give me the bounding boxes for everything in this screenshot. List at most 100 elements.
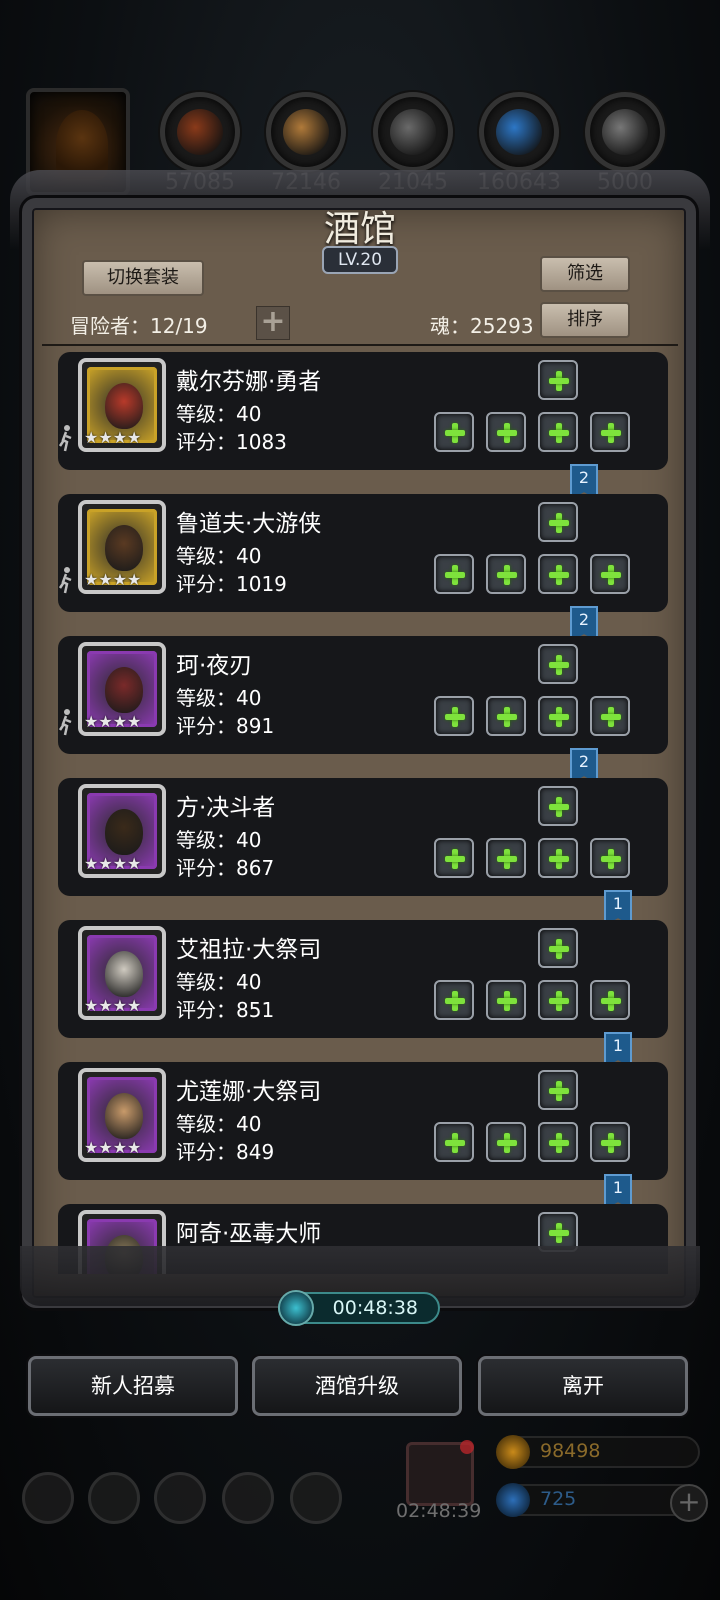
add-equipment-icon xyxy=(600,990,622,1012)
hero-score: 评分：851 xyxy=(176,998,275,1022)
shop-icon[interactable] xyxy=(290,1472,342,1524)
amulet-slot[interactable] xyxy=(590,980,630,1020)
wood-icon[interactable] xyxy=(266,92,346,172)
divider xyxy=(42,344,678,346)
upgrade-tavern-button[interactable]: 酒馆升级 xyxy=(252,1356,462,1416)
switch-outfit-button[interactable]: 切换套装 xyxy=(82,260,204,296)
hero-card[interactable]: ★★★★ 方·决斗者 等级：40 评分：867 xyxy=(58,778,668,896)
armor-slot[interactable] xyxy=(486,1122,526,1162)
tavern-level-badge: LV.20 xyxy=(322,246,398,274)
add-equipment-icon xyxy=(600,422,622,444)
add-equipment-icon xyxy=(600,848,622,870)
hero-face xyxy=(105,809,143,855)
hero-name: 戴尔芬娜·勇者 xyxy=(176,369,322,395)
gold-amount: 98498 xyxy=(540,1440,601,1462)
amulet-slot[interactable] xyxy=(590,696,630,736)
tavern-timer: 00:48:38 xyxy=(278,1290,440,1326)
amulet-slot[interactable] xyxy=(590,838,630,878)
ring-slot[interactable] xyxy=(538,554,578,594)
resource-fill xyxy=(390,109,436,155)
armor-slot[interactable] xyxy=(486,838,526,878)
hero-score: 评分：867 xyxy=(176,856,275,880)
weapon-slot[interactable] xyxy=(434,412,474,452)
weapon-slot[interactable] xyxy=(434,1122,474,1162)
hero-face xyxy=(105,667,143,713)
add-equipment-icon xyxy=(496,848,518,870)
add-equipment-icon xyxy=(548,1080,570,1102)
hero-level: 等级：40 xyxy=(176,402,262,426)
hero-card[interactable]: ★★★★ 鲁道夫·大游侠 等级：40 评分：1019 xyxy=(58,494,668,612)
hero-score: 评分：891 xyxy=(176,714,275,738)
hero-face xyxy=(105,951,143,997)
ring-slot[interactable] xyxy=(538,838,578,878)
weapon-slot[interactable] xyxy=(434,980,474,1020)
ring-slot[interactable] xyxy=(538,980,578,1020)
ring-slot[interactable] xyxy=(538,1122,578,1162)
sort-button[interactable]: 排序 xyxy=(540,302,630,338)
crystal-icon[interactable] xyxy=(479,92,559,172)
add-adventurer-button[interactable]: + xyxy=(256,306,290,340)
add-equipment-icon xyxy=(548,990,570,1012)
amulet-slot[interactable] xyxy=(590,1122,630,1162)
add-equipment-icon xyxy=(444,422,466,444)
adventurer-count: 冒险者：12/19 xyxy=(70,314,208,338)
ring-slot[interactable] xyxy=(538,412,578,452)
add-equipment-icon xyxy=(548,848,570,870)
armor-slot[interactable] xyxy=(486,696,526,736)
add-equipment-icon xyxy=(496,1132,518,1154)
weapon-slot[interactable] xyxy=(434,554,474,594)
add-equipment-icon xyxy=(496,564,518,586)
weapon-slot[interactable] xyxy=(434,696,474,736)
accessory-slot[interactable] xyxy=(538,1070,578,1110)
resource-fill xyxy=(283,109,329,155)
resource-fill xyxy=(602,109,648,155)
armor-slot[interactable] xyxy=(486,554,526,594)
accessory-slot[interactable] xyxy=(538,502,578,542)
hero-level: 等级：40 xyxy=(176,686,262,710)
accessory-slot[interactable] xyxy=(538,928,578,968)
mail-icon[interactable] xyxy=(222,1472,274,1524)
filter-button[interactable]: 筛选 xyxy=(540,256,630,292)
amulet-slot[interactable] xyxy=(590,412,630,452)
steel-icon[interactable] xyxy=(585,92,665,172)
star-rating: ★★★★ xyxy=(84,712,142,731)
armor-slot[interactable] xyxy=(486,980,526,1020)
star-rating: ★★★★ xyxy=(84,996,142,1015)
settings-icon[interactable] xyxy=(22,1472,74,1524)
hero-level: 等级：40 xyxy=(176,1112,262,1136)
hero-name: 方·决斗者 xyxy=(176,795,276,821)
recruit-button[interactable]: 新人招募 xyxy=(28,1356,238,1416)
add-equipment-icon xyxy=(600,1132,622,1154)
leather-icon[interactable] xyxy=(160,92,240,172)
ring-slot[interactable] xyxy=(538,696,578,736)
accessory-slot[interactable] xyxy=(538,786,578,826)
star-rating: ★★★★ xyxy=(84,428,142,447)
gift-timer: 02:48:39 xyxy=(396,1500,482,1522)
accessory-slot[interactable] xyxy=(538,360,578,400)
achievements-icon[interactable] xyxy=(88,1472,140,1524)
hero-card[interactable]: ★★★★ 尤莲娜·大祭司 等级：40 评分：849 xyxy=(58,1062,668,1180)
leave-button[interactable]: 离开 xyxy=(478,1356,688,1416)
add-equipment-icon xyxy=(444,564,466,586)
amulet-slot[interactable] xyxy=(590,554,630,594)
timer-text: 00:48:38 xyxy=(332,1297,418,1319)
hero-name: 鲁道夫·大游侠 xyxy=(176,511,322,537)
hero-name: 阿奇·巫毒大师 xyxy=(176,1221,322,1247)
add-currency-button[interactable]: + xyxy=(670,1484,708,1522)
weapon-slot[interactable] xyxy=(434,838,474,878)
hero-score: 评分：1083 xyxy=(176,430,287,454)
add-equipment-icon xyxy=(548,706,570,728)
hero-list[interactable]: ★★★★ 戴尔芬娜·勇者 等级：40 评分：1083 2 ★★★★ 鲁道夫·大游侠 等级：40… xyxy=(40,352,680,1274)
hero-name: 尤莲娜·大祭司 xyxy=(176,1079,322,1105)
hero-card[interactable]: ★★★★ 艾祖拉·大祭司 等级：40 评分：851 xyxy=(58,920,668,1038)
armor-slot[interactable] xyxy=(486,412,526,452)
add-equipment-icon xyxy=(444,1132,466,1154)
soul-count: 魂：25293 xyxy=(430,314,534,338)
hero-card[interactable]: ★★★★ 珂·夜刃 等级：40 评分：891 xyxy=(58,636,668,754)
add-equipment-icon xyxy=(548,938,570,960)
hero-level: 等级：40 xyxy=(176,544,262,568)
iron-icon[interactable] xyxy=(373,92,453,172)
accessory-slot[interactable] xyxy=(538,644,578,684)
hero-card[interactable]: ★★★★ 戴尔芬娜·勇者 等级：40 评分：1083 xyxy=(58,352,668,470)
guild-icon[interactable] xyxy=(154,1472,206,1524)
